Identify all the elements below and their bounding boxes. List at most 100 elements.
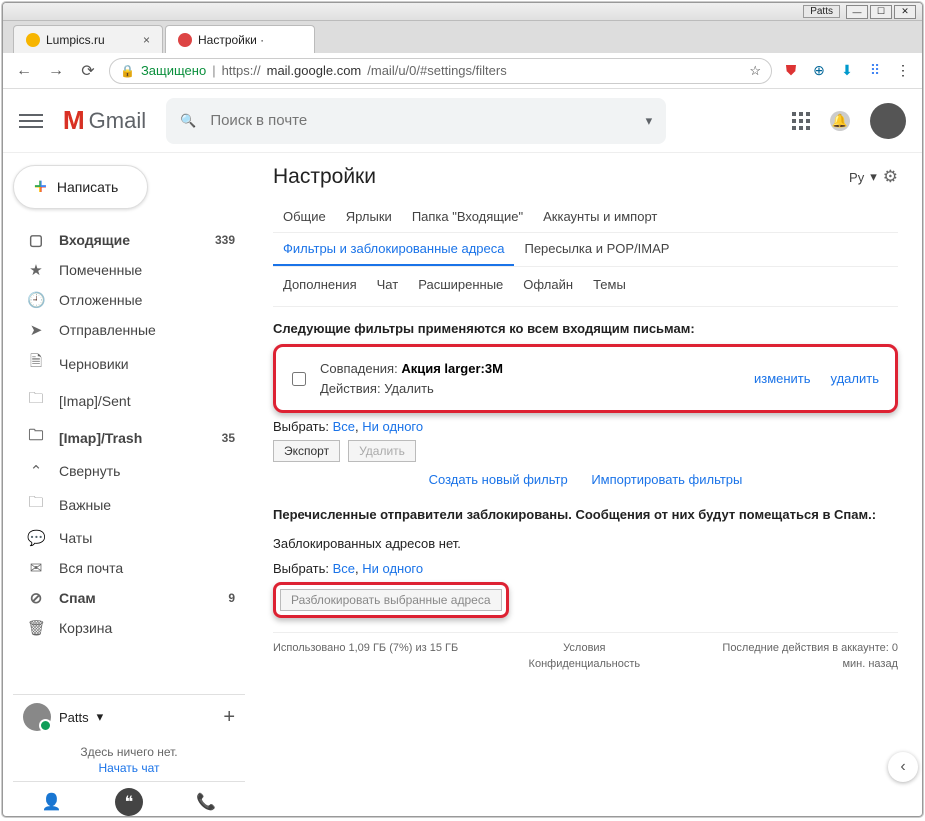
tab-offline[interactable]: Офлайн bbox=[513, 273, 583, 296]
gmail-logo[interactable]: M Gmail bbox=[63, 105, 146, 136]
search-icon[interactable]: 🔍 bbox=[180, 113, 196, 129]
window-maximize-button[interactable]: ☐ bbox=[870, 5, 892, 19]
filter-checkbox[interactable] bbox=[292, 372, 306, 386]
notifications-icon[interactable]: 🔔 bbox=[830, 111, 850, 131]
unblock-button[interactable]: Разблокировать выбранные адреса bbox=[280, 589, 502, 611]
extension-shield-icon[interactable]: ⛊ bbox=[782, 62, 800, 80]
browser-tab-lumpics[interactable]: Lumpics.ru × bbox=[13, 25, 163, 53]
sidebar-folder-item[interactable]: ▢Входящие339 bbox=[13, 225, 245, 255]
bookmark-star-icon[interactable]: ☆ bbox=[749, 63, 761, 79]
privacy-link[interactable]: Конфиденциальность bbox=[529, 658, 641, 670]
chevron-down-icon[interactable]: ▾ bbox=[97, 709, 104, 725]
side-panel-toggle[interactable]: ‹ bbox=[888, 752, 918, 782]
hangouts-tab-calls[interactable]: 📞 bbox=[192, 788, 220, 816]
address-bar[interactable]: 🔒 Защищено | https://mail.google.com/mai… bbox=[109, 58, 772, 84]
delete-button[interactable]: Удалить bbox=[348, 440, 416, 462]
sidebar-folder-item[interactable]: 🗀Важные bbox=[13, 486, 245, 523]
export-button[interactable]: Экспорт bbox=[273, 440, 340, 462]
lock-icon: 🔒 bbox=[120, 64, 135, 78]
tab-title: Настройки · bbox=[198, 33, 264, 47]
select-none-link[interactable]: Ни одного bbox=[362, 419, 423, 434]
create-filter-link[interactable]: Создать новый фильтр bbox=[429, 472, 568, 487]
folder-icon: ✉ bbox=[27, 559, 45, 577]
filter-delete-link[interactable]: удалить bbox=[831, 371, 879, 386]
url-proto: https:// bbox=[222, 63, 261, 78]
hangouts-username: Patts bbox=[59, 710, 89, 725]
sidebar-folder-item[interactable]: ➤Отправленные bbox=[13, 315, 245, 345]
tab-close-button[interactable]: × bbox=[143, 33, 150, 47]
folder-label: Отложенные bbox=[59, 292, 142, 308]
sidebar-folder-item[interactable]: 💬Чаты bbox=[13, 523, 245, 553]
tab-filters[interactable]: Фильтры и заблокированные адреса bbox=[273, 233, 514, 266]
tab-accounts[interactable]: Аккаунты и импорт bbox=[533, 201, 667, 232]
extension-icons: ⛊ ⊕ ⬇ ⠿ ⋮ bbox=[782, 62, 912, 80]
search-box[interactable]: 🔍 ▾ bbox=[166, 98, 666, 144]
search-input[interactable] bbox=[210, 112, 631, 129]
tab-title: Lumpics.ru bbox=[46, 33, 105, 47]
tab-addons[interactable]: Дополнения bbox=[273, 273, 367, 296]
browser-tab-settings[interactable]: Настройки · bbox=[165, 25, 315, 53]
main-menu-button[interactable] bbox=[19, 109, 43, 133]
compose-button[interactable]: + Написать bbox=[13, 165, 148, 209]
activity-text: Последние действия в аккаунте: 0 мин. на… bbox=[710, 641, 898, 672]
select-row-blocked: Выбрать: Все, Ни одного bbox=[273, 561, 898, 576]
apps-grid-icon[interactable] bbox=[792, 112, 810, 130]
import-filters-link[interactable]: Импортировать фильтры bbox=[591, 472, 742, 487]
window-minimize-button[interactable]: — bbox=[846, 5, 868, 19]
hangouts-tab-contacts[interactable]: 👤 bbox=[38, 788, 66, 816]
folder-count: 9 bbox=[228, 591, 235, 605]
hangouts-new-button[interactable]: + bbox=[223, 706, 235, 729]
terms-link[interactable]: Условия bbox=[563, 642, 605, 654]
gear-icon[interactable]: ⚙ bbox=[883, 167, 898, 187]
browser-tab-strip: Lumpics.ru × Настройки · bbox=[3, 21, 922, 53]
hangouts-start-chat-link[interactable]: Начать чат bbox=[13, 761, 245, 781]
tab-advanced[interactable]: Расширенные bbox=[408, 273, 513, 296]
folder-icon: ▢ bbox=[27, 231, 45, 249]
account-avatar[interactable] bbox=[870, 103, 906, 139]
favicon-icon bbox=[178, 33, 192, 47]
extension-download-icon[interactable]: ⬇ bbox=[838, 62, 856, 80]
settings-tabs-row3: Дополнения Чат Расширенные Офлайн Темы bbox=[273, 267, 898, 307]
chevron-down-icon[interactable]: ▾ bbox=[870, 169, 877, 185]
sidebar-folder-item[interactable]: ★Помеченные bbox=[13, 255, 245, 285]
search-options-button[interactable]: ▾ bbox=[646, 113, 653, 129]
select-all-blocked-link[interactable]: Все bbox=[333, 561, 355, 576]
select-all-link[interactable]: Все bbox=[333, 419, 355, 434]
extension-translate-icon[interactable]: ⠿ bbox=[866, 62, 884, 80]
window-titlebar: Patts — ☐ ✕ bbox=[3, 3, 922, 21]
select-row: Выбрать: Все, Ни одного bbox=[273, 419, 898, 434]
tab-forwarding[interactable]: Пересылка и POP/IMAP bbox=[514, 233, 679, 266]
sidebar-folder-item[interactable]: ⌃Свернуть bbox=[13, 456, 245, 486]
filter-row: Совпадения: Акция larger:3M Действия: Уд… bbox=[273, 344, 898, 413]
select-none-blocked-link[interactable]: Ни одного bbox=[362, 561, 423, 576]
window-close-button[interactable]: ✕ bbox=[894, 5, 916, 19]
tab-labels[interactable]: Ярлыки bbox=[336, 201, 402, 232]
browser-menu-button[interactable]: ⋮ bbox=[894, 62, 912, 80]
folder-label: Спам bbox=[59, 590, 96, 606]
extension-globe-icon[interactable]: ⊕ bbox=[810, 62, 828, 80]
plus-icon: + bbox=[34, 176, 47, 198]
sidebar-folder-item[interactable]: 🗀[Imap]/Sent bbox=[13, 382, 245, 419]
nav-back-button[interactable]: ← bbox=[13, 60, 35, 82]
nav-reload-button[interactable]: ⟳ bbox=[77, 60, 99, 82]
tab-inbox[interactable]: Папка "Входящие" bbox=[402, 201, 533, 232]
hangouts-tab-chats[interactable]: ❝ bbox=[115, 788, 143, 816]
folder-label: Черновики bbox=[59, 356, 129, 372]
storage-text: Использовано 1,09 ГБ (7%) из 15 ГБ bbox=[273, 641, 458, 672]
hangouts-user-row[interactable]: Patts ▾ + bbox=[13, 695, 245, 739]
tab-general[interactable]: Общие bbox=[273, 201, 336, 232]
sidebar-folder-item[interactable]: 🗀[Imap]/Trash35 bbox=[13, 419, 245, 456]
language-selector[interactable]: Ру bbox=[849, 170, 864, 185]
nav-forward-button[interactable]: → bbox=[45, 60, 67, 82]
folder-icon: 🗀 bbox=[27, 388, 45, 413]
tab-chat[interactable]: Чат bbox=[367, 273, 409, 296]
sidebar-folder-item[interactable]: 🗎Черновики bbox=[13, 345, 245, 382]
sidebar-folder-item[interactable]: 🗑Корзина bbox=[13, 613, 245, 643]
sidebar-folder-item[interactable]: 🕘Отложенные bbox=[13, 285, 245, 315]
tab-themes[interactable]: Темы bbox=[583, 273, 636, 296]
filter-edit-link[interactable]: изменить bbox=[754, 371, 811, 386]
browser-toolbar: ← → ⟳ 🔒 Защищено | https://mail.google.c… bbox=[3, 53, 922, 89]
sidebar: + Написать ▢Входящие339★Помеченные🕘Отлож… bbox=[3, 153, 253, 817]
sidebar-folder-item[interactable]: ✉Вся почта bbox=[13, 553, 245, 583]
sidebar-folder-item[interactable]: ⊘Спам9 bbox=[13, 583, 245, 613]
